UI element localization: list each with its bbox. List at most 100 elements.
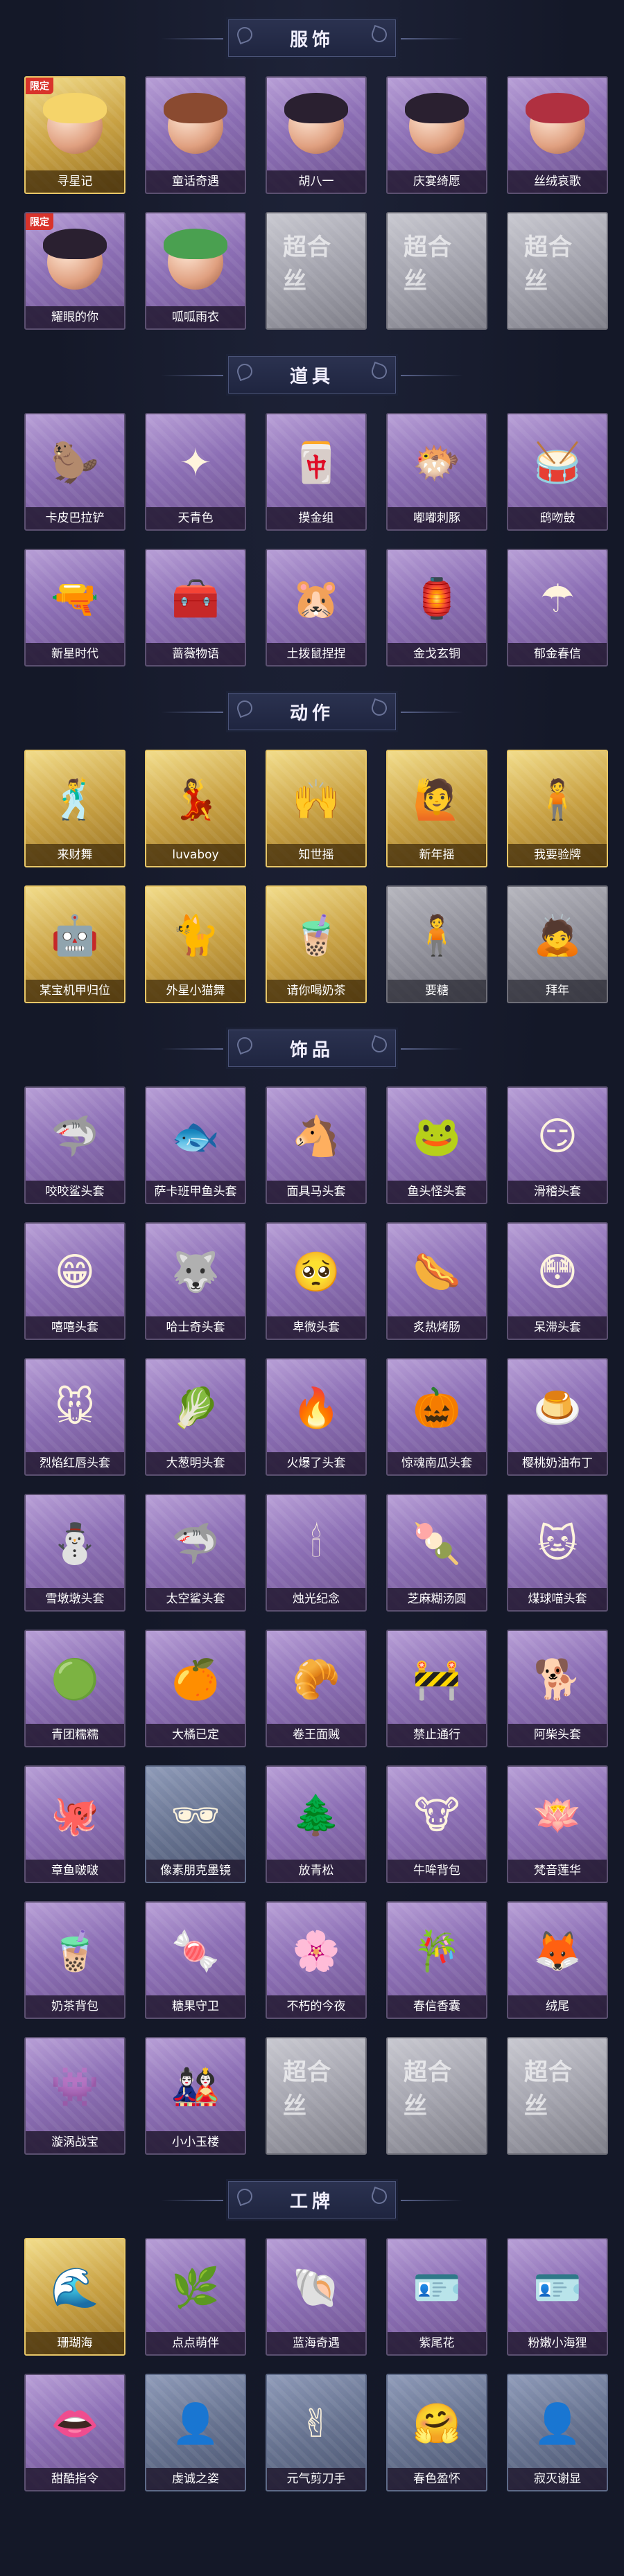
husky-head-icon: 🐺 [162,1237,229,1307]
item-card[interactable]: 🧍 我要验牌 [507,750,608,867]
item-card[interactable]: 超合丝 [507,212,608,330]
item-card[interactable]: 🐺 哈士奇头套 [145,1222,246,1340]
item-card[interactable]: 🥺 卑微头套 [266,1222,367,1340]
item-card[interactable]: ✦ 天青色 [145,413,246,531]
item-card[interactable]: 🕺 来财舞 [24,750,125,867]
item-card[interactable]: 超合丝 [266,2037,367,2155]
item-card[interactable]: 🚧 禁止通行 [386,1630,487,1747]
card-check-pose-icon: 🧍 [524,765,591,834]
item-label: 紫尾花 [388,2332,486,2354]
item-card[interactable]: 🌲 放青松 [266,1765,367,1883]
item-card[interactable]: ☂ 郁金春信 [507,549,608,667]
item-card[interactable]: 🦫 卡皮巴拉铲 [24,413,125,531]
item-card[interactable]: 😁 嘻嘻头套 [24,1222,125,1340]
item-card[interactable]: 🥁 鸱吻鼓 [507,413,608,531]
item-card[interactable]: 🤗 春色盈怀 [386,2374,487,2491]
item-card[interactable]: 🧋 奶茶背包 [24,1901,125,2019]
item-card[interactable]: 🤖 某宝机甲归位 [24,885,125,1003]
item-card[interactable]: ✌ 元气剪刀手 [266,2374,367,2491]
item-card[interactable]: 🐸 鱼头怪头套 [386,1086,487,1204]
item-card[interactable]: 🀄 摸金组 [266,413,367,531]
item-card[interactable]: 🟢 青团糯糯 [24,1630,125,1747]
section-banner: 饰品 [0,1010,624,1086]
item-label: 大橘已定 [146,1724,245,1746]
item-card[interactable]: 🍊 大橘已定 [145,1630,246,1747]
item-card[interactable]: 😳 呆滞头套 [507,1222,608,1340]
item-card[interactable]: ⛄ 雪墩墩头套 [24,1494,125,1612]
item-card[interactable]: 🥬 大葱明头套 [145,1358,246,1476]
item-card[interactable]: 👾 漩涡战宝 [24,2037,125,2155]
item-card[interactable]: 🍬 糖果守卫 [145,1901,246,2019]
item-glyph: 🐱 [537,1521,578,1567]
item-card[interactable]: 💃 luvaboy [145,750,246,867]
green-rice-ball-icon: 🟢 [42,1645,108,1714]
item-card[interactable]: 🦊 绒尾 [507,1901,608,2019]
item-card[interactable]: 👤 寂灭谢显 [507,2374,608,2491]
item-card[interactable]: 🍮 樱桃奶油布丁 [507,1358,608,1476]
item-card[interactable]: 🐭 烈焰红唇头套 [24,1358,125,1476]
item-label: 春色盈怀 [388,2468,486,2490]
section-banner: 服饰 [0,0,624,76]
item-card[interactable]: 🙋 新年摇 [386,750,487,867]
item-card[interactable]: 👤 虔诚之姿 [145,2374,246,2491]
item-card[interactable]: 超合丝 [507,2037,608,2155]
item-card[interactable]: 🦈 太空鲨头套 [145,1494,246,1612]
item-card[interactable]: 🎎 小小玉楼 [145,2037,246,2155]
item-card[interactable]: 🎃 惊魂南瓜头套 [386,1358,487,1476]
item-card[interactable]: 🦈 咬咬鲨头套 [24,1086,125,1204]
item-glyph: 🐙 [51,1793,99,1838]
item-card[interactable]: 🍡 芝麻糊汤圆 [386,1494,487,1612]
item-card[interactable]: 🙌 知世摇 [266,750,367,867]
item-card[interactable]: 庆宴绮愿 [386,76,487,194]
item-card[interactable]: 超合丝 [266,212,367,330]
item-glyph: 🌊 [51,2266,99,2311]
item-card[interactable]: 超合丝 [386,212,487,330]
item-card[interactable]: 😏 滑稽头套 [507,1086,608,1204]
item-card[interactable]: 🔥 火爆了头套 [266,1358,367,1476]
item-card[interactable]: 🐡 嘟嘟刺豚 [386,413,487,531]
item-card[interactable]: 胡八一 [266,76,367,194]
item-label: 糖果守卫 [146,1995,245,2018]
item-card[interactable]: 🪷 梵音莲华 [507,1765,608,1883]
item-card[interactable]: 🌭 炙热烤肠 [386,1222,487,1340]
item-card[interactable]: 童话奇遇 [145,76,246,194]
item-card[interactable]: 🐙 章鱼啵啵 [24,1765,125,1883]
mecha-pose-icon: 🤖 [42,901,108,970]
item-card[interactable]: 👄 甜酷指令 [24,2374,125,2491]
item-card[interactable]: 🐕 阿柴头套 [507,1630,608,1747]
item-card[interactable]: 🐱 煤球喵头套 [507,1494,608,1612]
item-card[interactable]: 🐈 外星小猫舞 [145,885,246,1003]
item-card[interactable]: 🐴 面具马头套 [266,1086,367,1204]
item-card[interactable]: 🕶 像素朋克墨镜 [145,1765,246,1883]
section-2: 动作 🕺 来财舞 💃 luvaboy 🙌 知世摇 🙋 新年摇 🧍 我要验牌 🤖 某宝机甲归位 🐈 外星小猫舞… [0,673,624,1010]
item-card[interactable]: 🕯 烛光纪念 [266,1494,367,1612]
item-card[interactable]: 呱呱雨衣 [145,212,246,330]
item-card[interactable]: 🌸 不朽的今夜 [266,1901,367,2019]
item-card[interactable]: 限定 耀眼的你 [24,212,125,330]
dance-pose-icon: 🕺 [42,765,108,834]
item-card[interactable]: 🧰 蔷薇物语 [145,549,246,667]
item-card[interactable]: 🔫 新星时代 [24,549,125,667]
item-label: 青团糯糯 [26,1724,124,1746]
item-card[interactable]: 🌿 点点萌伴 [145,2238,246,2356]
item-card[interactable]: 🐟 萨卡班甲鱼头套 [145,1086,246,1204]
item-card[interactable]: 超合丝 [386,2037,487,2155]
item-card[interactable]: 🌊 珊瑚海 [24,2238,125,2356]
item-card[interactable]: 🪪 粉嫩小海狸 [507,2238,608,2356]
item-glyph: 🤗 [413,2401,461,2446]
item-label: 面具马头套 [267,1181,365,1203]
milk-tea-pose-icon: 🧋 [283,901,349,970]
item-card[interactable]: 🐹 土拨鼠捏捏 [266,549,367,667]
item-label: 卡皮巴拉铲 [26,507,124,529]
item-card[interactable]: 🐮 牛哞背包 [386,1765,487,1883]
item-card[interactable]: 🥐 卷王面贼 [266,1630,367,1747]
item-card[interactable]: 限定 寻星记 [24,76,125,194]
item-card[interactable]: 🙇 拜年 [507,885,608,1003]
item-card[interactable]: 🏮 金戈玄铜 [386,549,487,667]
item-card[interactable]: 丝绒哀歌 [507,76,608,194]
item-card[interactable]: 🎋 春信香囊 [386,1901,487,2019]
item-card[interactable]: 🧍 要糖 [386,885,487,1003]
item-card[interactable]: 🐚 蓝海奇遇 [266,2238,367,2356]
item-card[interactable]: 🪪 紫尾花 [386,2238,487,2356]
item-card[interactable]: 🧋 请你喝奶茶 [266,885,367,1003]
